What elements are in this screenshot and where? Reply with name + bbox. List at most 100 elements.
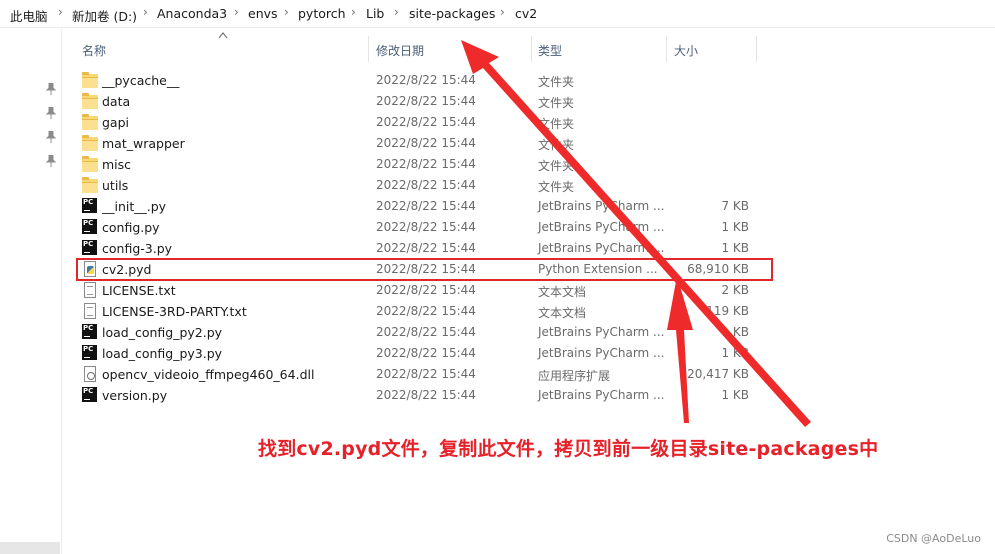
- pycharm-file-icon: PC: [82, 219, 98, 235]
- folder-icon: [82, 177, 98, 193]
- file-name: version.py: [102, 388, 168, 403]
- pin-icon[interactable]: [46, 131, 56, 143]
- column-divider[interactable]: [368, 36, 369, 62]
- pycharm-file-icon: PC: [82, 387, 98, 403]
- file-size: 1 KB: [721, 388, 749, 402]
- file-row[interactable]: PC load_config_py3.py 2022/8/22 15:44 Je…: [76, 343, 756, 364]
- navigation-scrollbar[interactable]: [0, 542, 60, 554]
- column-header-size[interactable]: 大小: [674, 42, 698, 59]
- file-type: JetBrains PyCharm ...: [538, 241, 665, 255]
- file-name: __init__.py: [102, 199, 167, 214]
- file-name: LICENSE-3RD-PARTY.txt: [102, 304, 247, 319]
- breadcrumb-pytorch[interactable]: pytorch: [298, 6, 346, 21]
- file-type: 文件夹: [538, 117, 575, 131]
- text-file-icon: [82, 303, 98, 319]
- breadcrumb-drive-d[interactable]: 新加卷 (D:): [72, 6, 137, 25]
- file-row[interactable]: LICENSE-3RD-PARTY.txt 2022/8/22 15:44 文本…: [76, 301, 756, 322]
- column-header-type[interactable]: 类型: [538, 42, 562, 59]
- breadcrumb-separator-icon[interactable]: ›: [234, 5, 239, 19]
- file-type: JetBrains PyCharm ...: [538, 199, 665, 213]
- breadcrumb-separator-icon[interactable]: ›: [58, 5, 63, 19]
- sort-ascending-icon: [218, 32, 228, 39]
- breadcrumb-separator-icon[interactable]: ›: [284, 5, 289, 19]
- breadcrumb-envs[interactable]: envs: [248, 6, 278, 21]
- navigation-pane[interactable]: [0, 29, 62, 554]
- file-date: 2022/8/22 15:44: [376, 220, 476, 234]
- file-date: 2022/8/22 15:44: [376, 73, 476, 87]
- file-row[interactable]: PC version.py 2022/8/22 15:44 JetBrains …: [76, 385, 756, 406]
- highlight-box: [76, 258, 773, 281]
- file-type: 文本文档: [538, 285, 587, 299]
- file-type: 文件夹: [538, 96, 575, 110]
- dll-file-icon: [82, 366, 98, 382]
- file-name: LICENSE.txt: [102, 283, 176, 298]
- file-name: __pycache__: [102, 73, 180, 88]
- breadcrumb-cv2[interactable]: cv2: [515, 6, 537, 21]
- file-type: 文件夹: [538, 75, 575, 89]
- column-header-date[interactable]: 修改日期: [376, 42, 424, 59]
- pin-icon[interactable]: [46, 155, 56, 167]
- file-date: 2022/8/22 15:44: [376, 199, 476, 213]
- file-row[interactable]: opencv_videoio_ffmpeg460_64.dll 2022/8/2…: [76, 364, 756, 385]
- pycharm-file-icon: PC: [82, 198, 98, 214]
- file-size: 2 KB: [721, 283, 749, 297]
- file-date: 2022/8/22 15:44: [376, 388, 476, 402]
- file-date: 2022/8/22 15:44: [376, 115, 476, 129]
- folder-icon: [82, 156, 98, 172]
- file-date: 2022/8/22 15:44: [376, 94, 476, 108]
- file-type: 文件夹: [538, 159, 575, 173]
- pin-icon[interactable]: [46, 107, 56, 119]
- file-name: misc: [102, 157, 132, 172]
- file-row[interactable]: gapi 2022/8/22 15:44 文件夹: [76, 112, 756, 133]
- file-size: 1 KB: [721, 220, 749, 234]
- pin-icon[interactable]: [46, 83, 56, 95]
- file-row[interactable]: PC config.py 2022/8/22 15:44 JetBrains P…: [76, 217, 756, 238]
- column-divider[interactable]: [531, 36, 532, 62]
- file-type: JetBrains PyCharm ...: [538, 388, 665, 402]
- file-size: 1 KB: [721, 346, 749, 360]
- file-date: 2022/8/22 15:44: [376, 136, 476, 150]
- column-divider[interactable]: [666, 36, 667, 62]
- file-name: gapi: [102, 115, 130, 130]
- address-breadcrumb: 此电脑 › 新加卷 (D:) › Anaconda3 › envs › pyto…: [0, 0, 995, 28]
- file-size: 20,417 KB: [687, 367, 749, 381]
- file-row[interactable]: misc 2022/8/22 15:44 文件夹: [76, 154, 756, 175]
- folder-icon: [82, 93, 98, 109]
- folder-icon: [82, 135, 98, 151]
- file-row[interactable]: __pycache__ 2022/8/22 15:44 文件夹: [76, 70, 756, 91]
- column-header-name[interactable]: 名称: [82, 42, 106, 59]
- file-name: load_config_py2.py: [102, 325, 223, 340]
- file-date: 2022/8/22 15:44: [376, 367, 476, 381]
- file-row[interactable]: LICENSE.txt 2022/8/22 15:44 文本文档 2 KB: [76, 280, 756, 301]
- pycharm-file-icon: PC: [82, 345, 98, 361]
- file-date: 2022/8/22 15:44: [376, 346, 476, 360]
- file-date: 2022/8/22 15:44: [376, 325, 476, 339]
- file-name: config-3.py: [102, 241, 173, 256]
- pycharm-file-icon: PC: [82, 324, 98, 340]
- file-row[interactable]: utils 2022/8/22 15:44 文件夹: [76, 175, 756, 196]
- column-divider[interactable]: [756, 36, 757, 62]
- breadcrumb-separator-icon[interactable]: ›: [394, 5, 399, 19]
- file-name: mat_wrapper: [102, 136, 185, 151]
- file-date: 2022/8/22 15:44: [376, 283, 476, 297]
- file-date: 2022/8/22 15:44: [376, 178, 476, 192]
- file-date: 2022/8/22 15:44: [376, 304, 476, 318]
- file-size: 1 KB: [721, 241, 749, 255]
- breadcrumb-anaconda3[interactable]: Anaconda3: [157, 6, 227, 21]
- file-date: 2022/8/22 15:44: [376, 157, 476, 171]
- file-row[interactable]: PC __init__.py 2022/8/22 15:44 JetBrains…: [76, 196, 756, 217]
- file-row[interactable]: data 2022/8/22 15:44 文件夹: [76, 91, 756, 112]
- breadcrumb-lib[interactable]: Lib: [366, 6, 384, 21]
- breadcrumb-this-pc[interactable]: 此电脑: [10, 6, 48, 25]
- breadcrumb-separator-icon[interactable]: ›: [351, 5, 356, 19]
- file-type: 应用程序扩展: [538, 369, 611, 383]
- breadcrumb-separator-icon[interactable]: ›: [500, 5, 505, 19]
- file-name: data: [102, 94, 131, 109]
- breadcrumb-separator-icon[interactable]: ›: [143, 5, 148, 19]
- file-type: JetBrains PyCharm ...: [538, 220, 665, 234]
- file-row[interactable]: PC load_config_py2.py 2022/8/22 15:44 Je…: [76, 322, 756, 343]
- file-size: 7 KB: [721, 199, 749, 213]
- file-row[interactable]: PC config-3.py 2022/8/22 15:44 JetBrains…: [76, 238, 756, 259]
- breadcrumb-site-packages[interactable]: site-packages: [409, 6, 495, 21]
- file-row[interactable]: mat_wrapper 2022/8/22 15:44 文件夹: [76, 133, 756, 154]
